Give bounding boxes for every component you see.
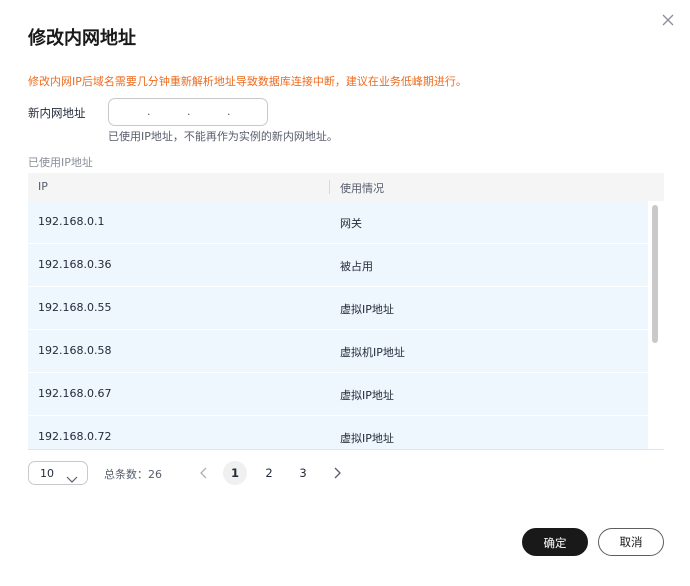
usage-cell: 虚拟IP地址 (340, 432, 394, 445)
table-row: 192.168.0.55 虚拟IP地址 (28, 287, 648, 330)
table-row: 192.168.0.58 虚拟机IP地址 (28, 330, 648, 373)
usage-cell: 虚拟IP地址 (340, 303, 394, 316)
page-2-button[interactable]: 2 (257, 461, 281, 485)
page-size-value: 10 (40, 467, 54, 480)
page-1-button[interactable]: 1 (223, 461, 247, 485)
ip-cell: 192.168.0.1 (38, 215, 105, 228)
used-ip-section-label: 已使用IP地址 (28, 156, 93, 169)
ip-cell: 192.168.0.67 (38, 387, 112, 400)
table-row: 192.168.0.1 网关 (28, 201, 648, 244)
ip-separator: . (147, 105, 151, 118)
scrollbar-thumb[interactable] (652, 205, 658, 343)
modify-private-ip-dialog: 修改内网地址 修改内网IP后域名需要几分钟重新解析地址导致数据库连接中断，建议在… (0, 0, 690, 586)
ip-cell: 192.168.0.36 (38, 258, 112, 271)
next-page-icon[interactable] (329, 465, 345, 481)
column-header-usage: 使用情况 (340, 182, 384, 195)
table-header: IP 使用情况 (28, 173, 664, 201)
page-3-button[interactable]: 3 (291, 461, 315, 485)
ip-address-input[interactable]: . . . (108, 98, 268, 126)
table-body: 192.168.0.1 网关 192.168.0.36 被占用 192.168.… (28, 201, 648, 449)
page-size-select[interactable]: 10 (28, 461, 88, 485)
ip-cell: 192.168.0.55 (38, 301, 112, 314)
dialog-title: 修改内网地址 (28, 28, 136, 49)
new-ip-label: 新内网地址 (28, 106, 86, 120)
ip-hint-text: 已使用IP地址，不能再作为实例的新内网地址。 (108, 130, 338, 143)
table-row: 192.168.0.67 虚拟IP地址 (28, 373, 648, 416)
confirm-button[interactable]: 确定 (522, 528, 588, 556)
table-scrollbar[interactable] (650, 203, 660, 449)
table-divider (28, 449, 664, 450)
chevron-down-icon (66, 469, 78, 488)
column-header-ip: IP (38, 180, 48, 193)
pagination: 10 总条数：26 1 2 3 (28, 461, 428, 487)
ip-separator: . (187, 105, 191, 118)
usage-cell: 虚拟机IP地址 (340, 346, 405, 359)
warning-text: 修改内网IP后域名需要几分钟重新解析地址导致数据库连接中断，建议在业务低峰期进行… (28, 75, 467, 88)
table-row: 192.168.0.36 被占用 (28, 244, 648, 287)
table-row: 192.168.0.72 虚拟IP地址 (28, 416, 648, 449)
cancel-button[interactable]: 取消 (598, 528, 664, 556)
ip-cell: 192.168.0.58 (38, 344, 112, 357)
column-divider[interactable] (329, 180, 330, 194)
total-count: 总条数：26 (104, 468, 162, 481)
usage-cell: 虚拟IP地址 (340, 389, 394, 402)
ip-cell: 192.168.0.72 (38, 430, 112, 443)
close-icon[interactable] (660, 12, 676, 28)
usage-cell: 网关 (340, 217, 362, 230)
ip-separator: . (227, 105, 231, 118)
prev-page-icon[interactable] (196, 465, 212, 481)
usage-cell: 被占用 (340, 260, 373, 273)
